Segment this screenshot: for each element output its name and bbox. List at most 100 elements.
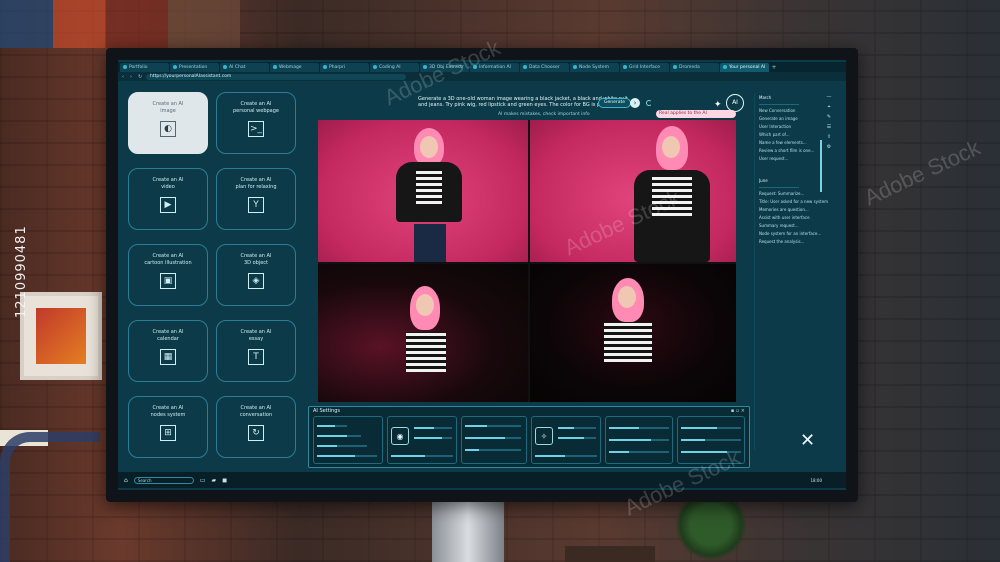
browser-tab[interactable]: Presentation <box>170 62 219 72</box>
tool-card-label: Create an AI <box>240 101 272 107</box>
tool-card[interactable]: Create an AI nodes system ⊞ <box>128 396 208 458</box>
browser-tab[interactable]: Coding AI <box>370 62 419 72</box>
terminal-icon: >_ <box>248 121 264 137</box>
window-icon[interactable]: ▭ <box>200 477 206 484</box>
tool-card[interactable]: Create an AI personal webpage >_ <box>216 92 296 154</box>
history-divider <box>759 187 799 188</box>
slider[interactable] <box>681 438 741 441</box>
back-icon[interactable]: ‹ <box>122 74 130 80</box>
tool-card[interactable]: Create an AI calendar ▦ <box>128 320 208 382</box>
tool-card-label: 3D object <box>243 260 269 266</box>
pin-icon[interactable]: ⌖ <box>828 104 831 110</box>
tab-favicon-icon <box>223 65 227 69</box>
slider[interactable] <box>317 444 367 447</box>
slider[interactable] <box>465 448 521 451</box>
tab-label: Webmage <box>279 64 302 70</box>
settings-gear-icon[interactable]: ⚙ <box>827 144 831 150</box>
slider[interactable] <box>465 424 521 427</box>
tab-label: Pharpri <box>329 64 346 70</box>
ai-settings-panel: AI Settings ▪ ▫ × ◉ ✧ <box>308 406 750 468</box>
reload-icon[interactable]: ↻ <box>138 74 146 80</box>
tool-card[interactable]: Create an AI conversation ↻ <box>216 396 296 458</box>
browser-tab[interactable]: Data Chooser <box>520 62 569 72</box>
tool-card[interactable]: Create an AI image ◐ <box>128 92 208 154</box>
tab-label: Dromeda <box>679 64 700 70</box>
woman-figure <box>378 128 478 262</box>
tab-favicon-icon <box>173 65 177 69</box>
right-toolbar: — ⌖ ✎ ☰ ⇪ ⚙ <box>824 94 834 454</box>
nodes-icon: ⊞ <box>160 425 176 441</box>
brush-icon[interactable]: ◉ <box>391 427 409 445</box>
generated-image-3[interactable] <box>318 264 528 402</box>
generated-image-1[interactable] <box>318 120 528 262</box>
prompt-disclaimer: AI makes mistakes, check important info <box>498 112 590 117</box>
tab-favicon-icon <box>673 65 677 69</box>
tool-card[interactable]: Create an AI 3D object ◈ <box>216 244 296 306</box>
slider[interactable] <box>609 438 669 441</box>
tool-card-label: Create an AI <box>240 405 272 411</box>
tab-favicon-icon <box>623 65 627 69</box>
share-icon[interactable]: ⇪ <box>827 134 831 140</box>
browser-tab[interactable]: Dromeda <box>670 62 719 72</box>
generated-image-4[interactable] <box>530 264 736 402</box>
tool-card-label: Create an AI <box>152 101 184 107</box>
history-scrollbar[interactable] <box>820 140 822 192</box>
browser-tab[interactable]: Grid Interface <box>620 62 669 72</box>
text-icon: T <box>248 349 264 365</box>
tab-label: Your personal AI <box>729 64 766 70</box>
slider[interactable] <box>609 450 669 453</box>
slider[interactable] <box>317 434 361 437</box>
tool-card-label: Create an AI <box>152 253 184 259</box>
slider[interactable] <box>558 436 596 439</box>
slider[interactable] <box>317 454 377 457</box>
tool-card[interactable]: Create an AI video ▶ <box>128 168 208 230</box>
browser-tab[interactable]: AI Chat <box>220 62 269 72</box>
tool-card[interactable]: Create an AI cartoon illustration ▣ <box>128 244 208 306</box>
slider[interactable] <box>391 454 453 457</box>
history-divider <box>759 104 799 105</box>
monitor: Portfolio Presentation AI Chat Webmage Pharp… <box>106 48 858 502</box>
panel-window-controls[interactable]: ▪ ▫ × <box>731 408 745 414</box>
slider[interactable] <box>317 424 347 427</box>
slider[interactable] <box>535 454 597 457</box>
picture-frame <box>20 292 102 380</box>
tool-card-label: Create an AI <box>152 329 184 335</box>
forward-icon[interactable]: › <box>130 74 138 80</box>
taskbar-clock: 18:00 <box>810 477 822 483</box>
cube-icon: ◈ <box>248 273 264 289</box>
browser-tab[interactable]: Node System <box>570 62 619 72</box>
taskbar-search-input[interactable]: Search <box>133 476 194 484</box>
layers-icon[interactable]: ☰ <box>827 124 831 130</box>
cocktail-icon: Y <box>248 197 264 213</box>
slider[interactable] <box>414 426 452 429</box>
slider[interactable] <box>681 426 741 429</box>
tool-card-label: Create an AI <box>152 177 184 183</box>
slider[interactable] <box>414 436 452 439</box>
tool-card-label: Create an AI <box>240 253 272 259</box>
home-icon[interactable]: ⌂ <box>124 477 128 484</box>
assistant-logo-icon: ✕ <box>800 430 816 451</box>
tool-card-label: plan for relaxing <box>235 184 277 190</box>
picture-frame-art <box>36 308 86 364</box>
slider[interactable] <box>465 436 521 439</box>
browser-tab[interactable]: Portfolio <box>120 62 169 72</box>
slider[interactable] <box>558 426 596 429</box>
generate-button[interactable]: Generate <box>598 98 632 108</box>
image-icon: ▣ <box>160 273 176 289</box>
tool-card[interactable]: Create an AI essay T <box>216 320 296 382</box>
url-field[interactable]: https://yourpersonalAIassistant.com <box>146 73 406 80</box>
refresh-icon: ↻ <box>248 425 264 441</box>
browser-tab[interactable]: Your personal AI <box>720 62 769 72</box>
generate-arrow-icon[interactable]: › <box>630 98 640 108</box>
magic-wand-icon[interactable]: ✧ <box>535 427 553 445</box>
new-tab-icon[interactable]: + <box>770 64 778 71</box>
browser-tab[interactable]: Pharpri <box>320 62 369 72</box>
tool-card[interactable]: Create an AI plan for relaxing Y <box>216 168 296 230</box>
tool-grid: Create an AI image ◐ Create an AI personal w… <box>128 92 304 472</box>
browser-tab[interactable]: Webmage <box>270 62 319 72</box>
folder-icon[interactable]: ▰ <box>211 477 216 484</box>
app-icon[interactable]: ◼ <box>222 477 227 484</box>
slider[interactable] <box>609 426 669 429</box>
edit-icon[interactable]: ✎ <box>827 114 831 120</box>
minimize-icon[interactable]: — <box>827 94 832 100</box>
